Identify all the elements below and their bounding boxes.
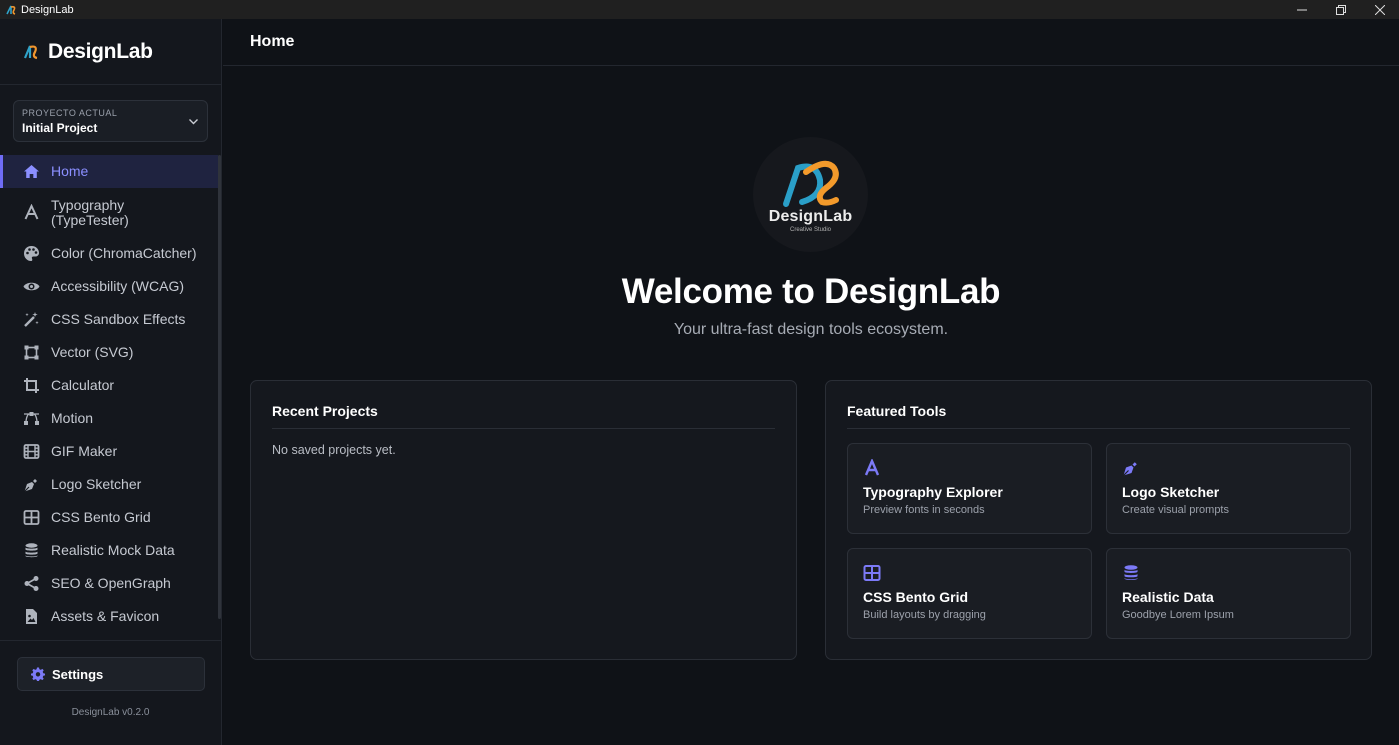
sidebar-item-assets[interactable]: Assets & Favicon [0, 600, 218, 633]
grid-icon [863, 564, 881, 582]
sidebar-item-vector[interactable]: Vector (SVG) [0, 336, 218, 369]
card-divider [272, 428, 775, 429]
tool-css-bento-grid[interactable]: CSS Bento Grid Build layouts by dragging [847, 548, 1092, 639]
window-titlebar: DesignLab [0, 0, 1399, 19]
gear-icon [31, 667, 45, 681]
letter-a-icon [863, 457, 881, 477]
close-button[interactable] [1360, 0, 1399, 19]
hero-logo-subtitle: Creative Studio [789, 227, 832, 233]
sidebar-item-css-bento-grid[interactable]: CSS Bento Grid [0, 501, 218, 534]
hero-logo-name: DesignLab [768, 208, 853, 225]
sidebar-item-motion[interactable]: Motion [0, 402, 218, 435]
home-icon [23, 163, 40, 180]
sidebar-item-accessibility[interactable]: Accessibility (WCAG) [0, 270, 218, 303]
pen-nib-icon [23, 476, 40, 493]
pen-nib-icon [1122, 459, 1140, 477]
sidebar-item-css-sandbox[interactable]: CSS Sandbox Effects [0, 303, 218, 336]
app-version: DesignLab v0.2.0 [71, 707, 150, 718]
app-logo-icon [6, 5, 16, 15]
magic-wand-icon [23, 311, 40, 328]
sidebar-item-seo[interactable]: SEO & OpenGraph [0, 567, 218, 600]
recent-projects-card: Recent Projects No saved projects yet. [250, 380, 797, 660]
project-select[interactable]: PROYECTO ACTUAL Initial Project [13, 100, 208, 142]
film-icon [23, 443, 40, 460]
sidebar-item-mock-data[interactable]: Realistic Mock Data [0, 534, 218, 567]
brand-logo-icon [23, 44, 38, 59]
project-select-value: Initial Project [22, 121, 98, 135]
restore-icon [1335, 4, 1346, 15]
recent-projects-empty: No saved projects yet. [272, 443, 396, 457]
settings-label: Settings [52, 666, 104, 682]
sidebar-item-color[interactable]: Color (ChromaCatcher) [0, 237, 218, 270]
palette-icon [23, 245, 40, 262]
main-content: Home DesignLab Creative Studio Welcome t… [223, 19, 1399, 745]
crop-icon [23, 377, 40, 394]
chevron-down-icon [189, 119, 198, 125]
card-divider [847, 428, 1350, 429]
tool-logo-sketcher[interactable]: Logo Sketcher Create visual prompts [1106, 443, 1351, 534]
brand-name: DesignLab [48, 39, 153, 63]
project-select-label: PROYECTO ACTUAL [22, 108, 118, 118]
settings-button[interactable]: Settings [17, 657, 205, 691]
window-title: DesignLab [21, 3, 74, 16]
featured-tools-title: Featured Tools [847, 403, 947, 419]
welcome-title: Welcome to DesignLab [621, 272, 1001, 311]
window-controls [1282, 0, 1399, 19]
file-image-icon [23, 608, 40, 625]
sidebar-nav: Home Typography (TypeTester) Color (Chro… [0, 155, 218, 639]
sidebar-item-gif-maker[interactable]: GIF Maker [0, 435, 218, 468]
eye-icon [23, 278, 40, 295]
letter-a-icon [23, 204, 40, 221]
sidebar-scrollbar[interactable] [218, 155, 221, 619]
hero-logo: DesignLab Creative Studio [753, 137, 868, 252]
page-title: Home [250, 33, 295, 50]
page-header: Home [223, 19, 1399, 66]
featured-tools-card: Featured Tools Typography Explorer Previ… [825, 380, 1372, 660]
share-icon [23, 575, 40, 592]
vector-square-icon [23, 344, 40, 361]
grid-icon [23, 509, 40, 526]
designlab-monogram-icon [782, 160, 839, 207]
sidebar-item-typography[interactable]: Typography (TypeTester) [0, 188, 218, 237]
minimize-icon [1296, 9, 1307, 10]
sidebar-footer: Settings DesignLab v0.2.0 [0, 640, 221, 745]
tool-typography-explorer[interactable]: Typography Explorer Preview fonts in sec… [847, 443, 1092, 534]
close-icon [1374, 4, 1385, 15]
sidebar-item-home[interactable]: Home [0, 155, 218, 188]
minimize-button[interactable] [1282, 0, 1321, 19]
sidebar: DesignLab PROYECTO ACTUAL Initial Projec… [0, 19, 222, 745]
brand: DesignLab [0, 19, 221, 85]
database-icon [23, 542, 40, 559]
database-icon [1122, 564, 1140, 582]
restore-button[interactable] [1321, 0, 1360, 19]
bezier-curve-icon [23, 410, 40, 427]
sidebar-item-calculator[interactable]: Calculator [0, 369, 218, 402]
recent-projects-title: Recent Projects [272, 403, 378, 419]
sidebar-item-logo-sketcher[interactable]: Logo Sketcher [0, 468, 218, 501]
tool-realistic-data[interactable]: Realistic Data Goodbye Lorem Ipsum [1106, 548, 1351, 639]
welcome-tagline: Your ultra-fast design tools ecosystem. [673, 321, 949, 338]
